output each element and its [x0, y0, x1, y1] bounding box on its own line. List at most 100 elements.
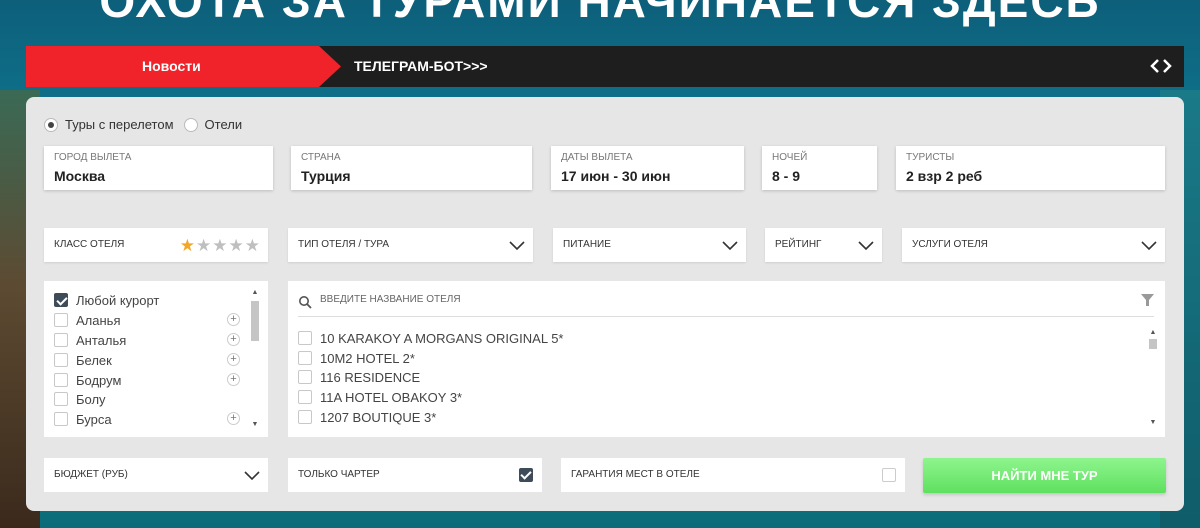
- chevron-down-icon: [858, 241, 874, 251]
- charter-only-toggle[interactable]: ТОЛЬКО ЧАРТЕР: [288, 458, 542, 492]
- radio-tours-with-flight[interactable]: [44, 117, 58, 132]
- radio-hotels-label[interactable]: Отели: [205, 117, 243, 132]
- tourists-value: 2 взр 2 реб: [906, 168, 983, 184]
- country-label: СТРАНА: [301, 152, 341, 163]
- list-item[interactable]: Бурса: [54, 409, 112, 429]
- resort-checkbox[interactable]: [54, 333, 68, 347]
- hotel-type-select[interactable]: ТИП ОТЕЛЯ / ТУРА: [288, 228, 533, 262]
- country-field[interactable]: СТРАНА Турция: [291, 146, 532, 190]
- resort-label: Анталья: [76, 332, 127, 348]
- list-item[interactable]: Любой курорт: [54, 290, 159, 310]
- find-tour-button[interactable]: НАЙТИ МНЕ ТУР: [923, 458, 1166, 493]
- expand-plus-icon[interactable]: +: [227, 333, 240, 346]
- nights-field[interactable]: НОЧЕЙ 8 - 9: [762, 146, 877, 190]
- resort-checkbox[interactable]: [54, 373, 68, 387]
- guarantee-checkbox[interactable]: [882, 468, 896, 482]
- expand-plus-icon[interactable]: +: [227, 353, 240, 366]
- star-icon-2[interactable]: ★: [196, 237, 211, 254]
- list-item[interactable]: 1207 BOUTIQUE 3*: [298, 407, 436, 427]
- hotel-label: 10M2 HOTEL 2*: [320, 350, 415, 366]
- list-item[interactable]: Анталья: [54, 330, 126, 350]
- hotel-checkbox[interactable]: [298, 410, 312, 424]
- resort-checkbox[interactable]: [54, 313, 68, 327]
- star-icon-1[interactable]: ★: [180, 237, 195, 254]
- resort-checkbox[interactable]: [54, 293, 68, 307]
- chevron-down-icon: [244, 471, 260, 481]
- list-item[interactable]: 10 KARAKOY A MORGANS ORIGINAL 5*: [298, 328, 563, 348]
- hotel-services-select[interactable]: УСЛУГИ ОТЕЛЯ: [902, 228, 1165, 262]
- scroll-thumb[interactable]: [251, 301, 259, 341]
- hotel-checkbox[interactable]: [298, 351, 312, 365]
- search-icon: [299, 296, 312, 309]
- charter-only-checkbox[interactable]: [519, 468, 533, 482]
- hotel-search-input[interactable]: ВВЕДИТЕ НАЗВАНИЕ ОТЕЛЯ: [298, 291, 1154, 317]
- resort-scrollbar[interactable]: ▲ ▼: [251, 289, 259, 429]
- expand-plus-icon[interactable]: +: [227, 373, 240, 386]
- expand-plus-icon[interactable]: +: [227, 313, 240, 326]
- hotel-class-filter: КЛАСС ОТЕЛЯ ★ ★ ★ ★ ★: [44, 228, 268, 262]
- resort-label: Бурса: [76, 411, 112, 427]
- list-item[interactable]: 10M2 HOTEL 2*: [298, 348, 415, 368]
- guarantee-toggle[interactable]: ГАРАНТИЯ МЕСТ В ОТЕЛЕ: [561, 458, 905, 492]
- star-icon-4[interactable]: ★: [229, 237, 244, 254]
- list-item[interactable]: Болу: [54, 389, 106, 409]
- hotel-label: 11A HOTEL OBAKOY 3*: [320, 389, 463, 405]
- code-brackets-icon[interactable]: [1150, 56, 1172, 76]
- chevron-down-icon: [722, 241, 738, 251]
- resort-list: Любой курорт Аланья + Анталья + Белек + …: [44, 281, 268, 437]
- departure-dates-field[interactable]: ДАТЫ ВЫЛЕТА 17 июн - 30 июн: [551, 146, 744, 190]
- scroll-thumb[interactable]: [1149, 339, 1157, 349]
- departure-city-label: ГОРОД ВЫЛЕТА: [54, 152, 132, 163]
- scroll-up-icon[interactable]: ▲: [251, 289, 259, 297]
- resort-label: Аланья: [76, 312, 121, 328]
- resort-checkbox[interactable]: [54, 392, 68, 406]
- departure-dates-label: ДАТЫ ВЫЛЕТА: [561, 152, 633, 163]
- hotel-label: 116 RESIDENCE: [320, 369, 421, 385]
- list-item[interactable]: Белек: [54, 350, 112, 370]
- departure-city-field[interactable]: ГОРОД ВЫЛЕТА Москва: [44, 146, 273, 190]
- list-item[interactable]: 116 RESIDENCE: [298, 367, 420, 387]
- hotel-class-stars: ★ ★ ★ ★ ★: [179, 237, 260, 254]
- filter-icon[interactable]: [1141, 294, 1154, 307]
- hotel-class-label: КЛАСС ОТЕЛЯ: [54, 239, 125, 250]
- hotel-checkbox[interactable]: [298, 370, 312, 384]
- rating-select[interactable]: РЕЙТИНГ: [765, 228, 882, 262]
- search-panel: Туры с перелетом Отели ГОРОД ВЫЛЕТА Моск…: [26, 97, 1184, 511]
- budget-label: БЮДЖЕТ (РУБ): [54, 469, 128, 480]
- scroll-down-icon[interactable]: ▼: [1149, 419, 1157, 427]
- hotel-scrollbar[interactable]: ▲ ▼: [1149, 329, 1157, 427]
- country-value: Турция: [301, 168, 351, 184]
- expand-plus-icon[interactable]: +: [227, 412, 240, 425]
- hotel-type-label: ТИП ОТЕЛЯ / ТУРА: [298, 239, 390, 250]
- list-item[interactable]: Бодрум: [54, 370, 121, 390]
- resort-checkbox[interactable]: [54, 353, 68, 367]
- star-icon-3[interactable]: ★: [212, 237, 227, 254]
- radio-tours-with-flight-label[interactable]: Туры с перелетом: [65, 117, 174, 132]
- chevron-down-icon: [509, 241, 525, 251]
- list-item[interactable]: Аланья: [54, 310, 120, 330]
- resort-label: Болу: [76, 391, 106, 407]
- radio-hotels[interactable]: [183, 117, 198, 132]
- hotel-label: 1207 BOUTIQUE 3*: [320, 409, 437, 425]
- scroll-down-icon[interactable]: ▼: [251, 421, 259, 429]
- hotel-list: ВВЕДИТЕ НАЗВАНИЕ ОТЕЛЯ 10 KARAKOY A MORG…: [288, 281, 1165, 437]
- hotel-search-placeholder: ВВЕДИТЕ НАЗВАНИЕ ОТЕЛЯ: [320, 294, 461, 305]
- news-bar: Новости ТЕЛЕГРАМ-БОТ>>>: [26, 46, 1184, 87]
- scroll-up-icon[interactable]: ▲: [1149, 329, 1157, 337]
- hotel-checkbox[interactable]: [298, 390, 312, 404]
- hotel-checkbox[interactable]: [298, 331, 312, 345]
- news-tab[interactable]: Новости: [26, 46, 341, 87]
- nights-value: 8 - 9: [772, 168, 801, 184]
- charter-only-label: ТОЛЬКО ЧАРТЕР: [298, 469, 380, 480]
- resort-label: Любой курорт: [76, 292, 160, 308]
- list-item[interactable]: 11A HOTEL OBAKOY 3*: [298, 387, 462, 407]
- telegram-bot-link[interactable]: ТЕЛЕГРАМ-БОТ>>>: [354, 46, 488, 87]
- meals-select[interactable]: ПИТАНИЕ: [553, 228, 746, 262]
- guarantee-label: ГАРАНТИЯ МЕСТ В ОТЕЛЕ: [571, 469, 700, 480]
- nights-label: НОЧЕЙ: [772, 152, 808, 163]
- star-icon-5[interactable]: ★: [245, 237, 260, 254]
- tourists-field[interactable]: ТУРИСТЫ 2 взр 2 реб: [896, 146, 1165, 190]
- resort-checkbox[interactable]: [54, 412, 68, 426]
- budget-select[interactable]: БЮДЖЕТ (РУБ): [44, 458, 268, 492]
- resort-label: Белек: [76, 352, 112, 368]
